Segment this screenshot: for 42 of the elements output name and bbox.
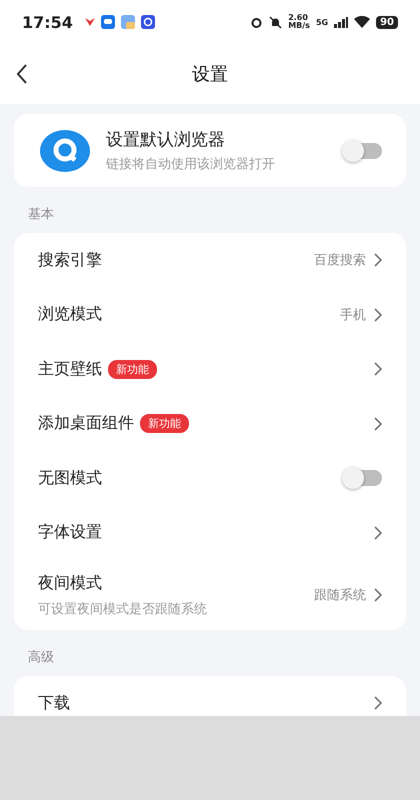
setting-title[interactable]: 添加桌面组件	[38, 413, 134, 434]
chevron-right-icon	[374, 308, 382, 322]
setting-title[interactable]: 浏览模式	[38, 304, 102, 326]
app-notification-icon	[100, 15, 115, 29]
wifi-icon	[354, 16, 370, 28]
setting-title: 设置默认浏览器	[106, 129, 226, 151]
chevron-right-icon	[374, 526, 382, 540]
arrow-down-icon	[84, 18, 95, 26]
back-icon[interactable]	[16, 64, 28, 84]
page-title: 设置	[192, 63, 228, 86]
signal-icon	[334, 16, 348, 28]
setting-description: 链接将自动使用该浏览器打开	[106, 156, 276, 173]
section-label: 高级	[27, 649, 55, 667]
chevron-right-icon	[374, 588, 382, 602]
setting-title[interactable]: 字体设置	[38, 522, 102, 544]
setting-title[interactable]: 下载	[38, 692, 70, 714]
toggle-switch[interactable]	[344, 470, 382, 486]
chevron-right-icon	[374, 416, 382, 431]
battery-level: 90	[376, 16, 398, 28]
network-type: 5G	[316, 18, 328, 26]
setting-value: 手机	[340, 306, 366, 324]
mute-bell-icon	[269, 16, 282, 28]
new-feature-badge: 新功能	[140, 414, 189, 434]
speed-unit: MB/s	[288, 22, 310, 30]
chevron-right-icon	[374, 696, 382, 710]
section-label: 基本	[27, 206, 55, 224]
setting-description: 可设置夜间模式是否跟随系统	[38, 600, 208, 618]
chevron-right-icon	[374, 253, 382, 268]
network-speed: 2.60	[288, 14, 309, 22]
setting-value: 百度搜索	[314, 252, 366, 270]
toggle-switch[interactable]	[344, 142, 382, 158]
chevron-right-icon	[374, 362, 382, 376]
setting-value: 跟随系统	[314, 587, 366, 604]
new-feature-badge: 新功能	[108, 360, 157, 379]
browser-logo-icon	[40, 130, 90, 172]
app-notification-icon	[140, 15, 155, 29]
setting-title[interactable]: 夜间模式	[38, 572, 102, 594]
setting-title[interactable]: 主页壁纸	[38, 358, 102, 380]
status-time: 17:54	[22, 12, 73, 32]
app-notification-icon	[120, 15, 135, 29]
setting-title[interactable]: 无图模式	[38, 468, 102, 489]
setting-title[interactable]: 搜索引擎	[38, 250, 102, 271]
